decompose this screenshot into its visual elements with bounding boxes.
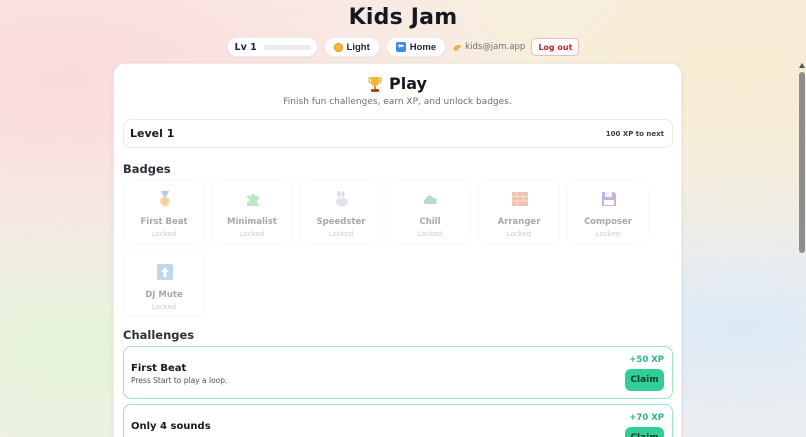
badge-dj-mute: DJ Mute Locked bbox=[123, 253, 205, 317]
up-arrow-icon bbox=[157, 264, 173, 280]
badge-speedster: Speedster Locked bbox=[300, 180, 382, 244]
badge-name: Chill bbox=[419, 217, 441, 227]
puzzle-icon bbox=[247, 193, 259, 206]
badge-status: Locked bbox=[239, 230, 265, 238]
page-scrollbar[interactable] bbox=[798, 63, 806, 437]
level-summary: Level 1 100 XP to next bbox=[123, 119, 673, 148]
badge-status: Locked bbox=[506, 230, 532, 238]
level-pill: Lv 1 bbox=[226, 37, 318, 57]
top-bar: Lv 1 Light ⬅ Home kids@jam.app Log out bbox=[0, 37, 806, 57]
app-title: Kids Jam bbox=[348, 5, 458, 30]
challenge-title: First Beat bbox=[131, 363, 187, 374]
level-name: Level 1 bbox=[130, 127, 175, 140]
challenges-title: Challenges bbox=[123, 328, 195, 342]
badge-composer: Composer Locked bbox=[567, 180, 649, 244]
badge-status: Locked bbox=[151, 230, 177, 238]
badge-name: Arranger bbox=[497, 217, 541, 227]
sun-icon bbox=[333, 42, 343, 52]
hand-icon bbox=[453, 44, 461, 50]
home-icon: ⬅ bbox=[395, 42, 406, 52]
scroll-up-arrow-icon[interactable] bbox=[799, 63, 805, 68]
level-progress-bar bbox=[262, 44, 311, 50]
rabbit-icon bbox=[336, 191, 348, 207]
challenge-xp: +70 XP bbox=[629, 413, 664, 423]
floppy-icon bbox=[602, 192, 616, 206]
scroll-thumb[interactable] bbox=[799, 72, 805, 253]
theme-toggle-button[interactable]: Light bbox=[323, 37, 380, 57]
badges-title: Badges bbox=[123, 162, 171, 176]
badge-arranger: Arranger Locked bbox=[478, 180, 560, 244]
challenge-xp: +50 XP bbox=[629, 355, 664, 365]
level-xp-to-next: 100 XP to next bbox=[605, 129, 664, 138]
play-header: Play bbox=[114, 74, 681, 93]
badge-status: Locked bbox=[328, 230, 354, 238]
play-subtitle: Finish fun challenges, earn XP, and unlo… bbox=[283, 97, 512, 107]
user-email-text: kids@jam.app bbox=[465, 42, 526, 52]
badge-name: DJ Mute bbox=[145, 290, 183, 300]
badge-status: Locked bbox=[417, 230, 443, 238]
badge-name: Composer bbox=[584, 217, 632, 227]
challenge-card-first-beat: First Beat Press Start to play a loop. +… bbox=[123, 346, 673, 399]
play-card: Play Finish fun challenges, earn XP, and… bbox=[113, 63, 682, 437]
cloud-icon bbox=[423, 195, 437, 204]
medal-icon bbox=[160, 191, 170, 207]
bricks-icon bbox=[512, 192, 528, 206]
challenge-description: Press Start to play a loop. bbox=[131, 376, 228, 385]
badge-status: Locked bbox=[595, 230, 621, 238]
badge-name: First Beat bbox=[140, 217, 188, 227]
badge-minimalist: Minimalist Locked bbox=[211, 180, 293, 244]
trophy-icon bbox=[368, 76, 382, 92]
home-button-label: Home bbox=[409, 41, 437, 53]
home-button[interactable]: ⬅ Home bbox=[385, 37, 447, 57]
badge-first-beat: First Beat Locked bbox=[123, 180, 205, 244]
user-email: kids@jam.app bbox=[453, 42, 525, 52]
badge-chill: Chill Locked bbox=[389, 180, 471, 244]
challenge-title: Only 4 sounds bbox=[131, 421, 211, 432]
play-title: Play bbox=[389, 74, 427, 93]
badge-name: Minimalist bbox=[227, 217, 277, 227]
badge-name: Speedster bbox=[316, 217, 366, 227]
level-pill-label: Lv 1 bbox=[234, 41, 257, 53]
challenge-card-only-4-sounds: Only 4 sounds +70 XP Claim bbox=[123, 404, 673, 437]
claim-button[interactable]: Claim bbox=[625, 369, 664, 391]
claim-button[interactable]: Claim bbox=[625, 427, 664, 437]
logout-button[interactable]: Log out bbox=[531, 38, 580, 56]
theme-toggle-label: Light bbox=[346, 41, 370, 53]
badge-status: Locked bbox=[151, 303, 177, 311]
